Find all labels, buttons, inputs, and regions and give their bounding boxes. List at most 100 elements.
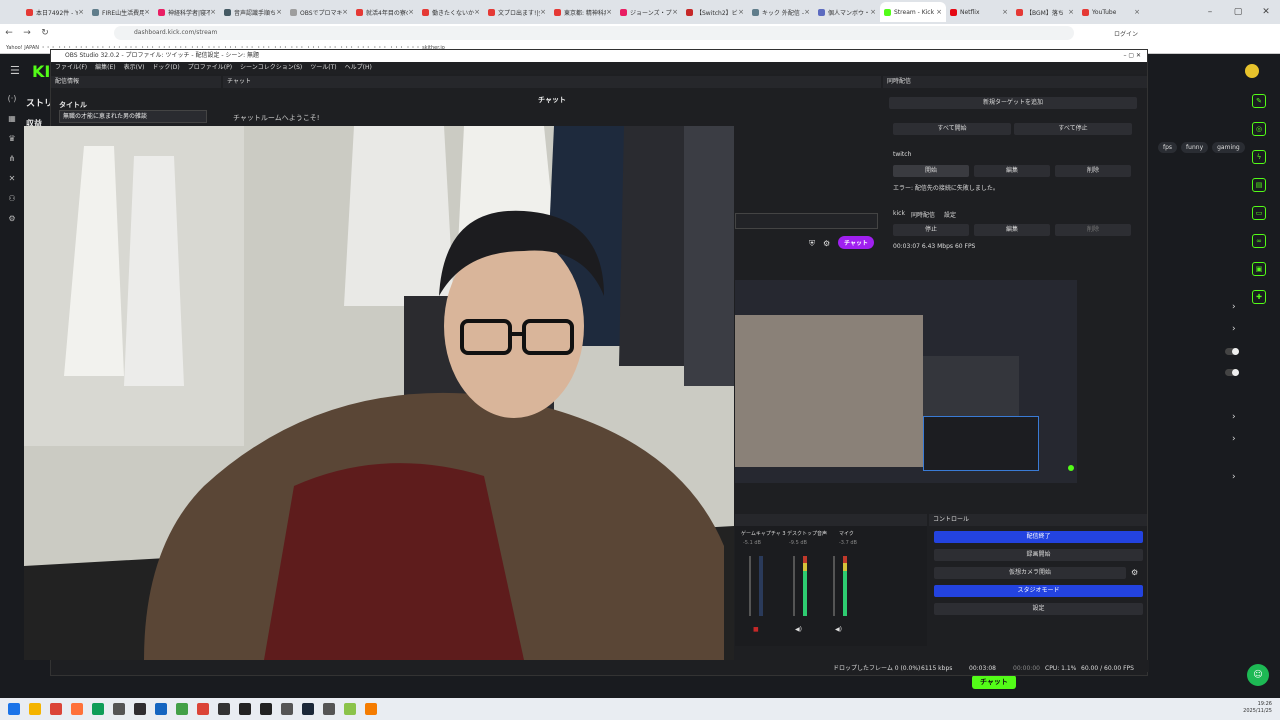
browser-tab[interactable]: OBSでプロマキーボ× — [286, 2, 352, 22]
forward-icon[interactable]: → — [18, 28, 36, 38]
browser-tab[interactable]: 東京都: 精神科病 × — [550, 2, 616, 22]
tab-close-icon[interactable]: × — [78, 8, 84, 16]
twitch-edit-button[interactable]: 編集 — [974, 165, 1050, 177]
calendar-icon[interactable]: ▦ — [0, 114, 24, 134]
layout-icon[interactable]: ▣ — [1252, 262, 1266, 276]
reload-icon[interactable]: ↻ — [36, 28, 54, 38]
scene-preview[interactable] — [735, 280, 1077, 483]
terminal-icon[interactable] — [218, 703, 230, 715]
stream-icon[interactable]: (·) — [0, 94, 24, 114]
tab-close-icon[interactable]: × — [1068, 8, 1074, 16]
start-recording-button[interactable]: 録画開始 — [934, 549, 1143, 561]
obs-menu-item[interactable]: ドック(D) — [152, 62, 179, 74]
speaker-icon[interactable]: ◀) — [835, 626, 842, 633]
tab-close-icon[interactable]: × — [606, 8, 612, 16]
obs-menu-item[interactable]: シーンコレクション(S) — [240, 62, 302, 74]
stop-all-button[interactable]: すべて停止 — [1014, 123, 1132, 135]
mute-icon[interactable]: ■ — [753, 626, 759, 633]
tab-close-icon[interactable]: × — [1134, 8, 1140, 16]
chrome-alt-icon[interactable] — [197, 703, 209, 715]
file-explorer-icon[interactable] — [29, 703, 41, 715]
tab-close-icon[interactable]: × — [144, 8, 150, 16]
browser-tab[interactable]: 就活4年目の寮の × — [352, 2, 418, 22]
target-icon[interactable]: ◎ — [1252, 122, 1266, 136]
app-icon-6[interactable] — [323, 703, 335, 715]
tab-close-icon[interactable]: × — [342, 8, 348, 16]
link-icon[interactable]: ∞ — [1252, 234, 1266, 248]
browser-tab[interactable]: Netflix × — [946, 2, 1012, 22]
app-icon-1[interactable] — [113, 703, 125, 715]
tab-close-icon[interactable]: × — [804, 8, 810, 16]
people-icon[interactable]: ⚇ — [0, 194, 24, 214]
minimize-button[interactable]: – — [1196, 0, 1224, 24]
browser-tab[interactable]: YouTube × — [1078, 2, 1144, 22]
tab-close-icon[interactable]: × — [540, 8, 546, 16]
help-button[interactable]: ☺ — [1247, 664, 1269, 686]
obs-menu-item[interactable]: ツール(T) — [310, 62, 336, 74]
wrench-icon[interactable]: ✚ — [1252, 290, 1266, 304]
trophy-icon[interactable]: ♛ — [0, 134, 24, 154]
chevron-right-icon[interactable]: › — [1232, 472, 1236, 482]
tab-close-icon[interactable]: × — [210, 8, 216, 16]
app-icon-8[interactable] — [365, 703, 377, 715]
toggle-switch[interactable] — [1225, 369, 1239, 376]
chat-send-button[interactable]: チャット — [838, 236, 874, 249]
start-all-button[interactable]: すべて開始 — [893, 123, 1011, 135]
stop-stream-button[interactable]: 配信終了 — [934, 531, 1143, 543]
chat-message-input[interactable] — [735, 213, 878, 229]
firefox-icon[interactable] — [71, 703, 83, 715]
steam-icon[interactable] — [302, 703, 314, 715]
volume-slider[interactable] — [833, 556, 835, 616]
app-icon-2[interactable] — [176, 703, 188, 715]
login-button[interactable]: ログイン — [1114, 29, 1138, 38]
app-icon-5[interactable] — [281, 703, 293, 715]
windows-start-icon[interactable] — [8, 703, 20, 715]
app-icon-3[interactable] — [239, 703, 251, 715]
tab-close-icon[interactable]: × — [1002, 8, 1008, 16]
twitch-start-button[interactable]: 開始 — [893, 165, 969, 177]
chevron-right-icon[interactable]: › — [1232, 324, 1236, 334]
edge-icon[interactable] — [92, 703, 104, 715]
shield-icon[interactable]: ⛨ — [809, 239, 815, 249]
obs-menu-item[interactable]: ファイル(F) — [55, 62, 87, 74]
browser-tab[interactable]: FIRE山生活費用 × — [88, 2, 154, 22]
chevron-right-icon[interactable]: › — [1232, 412, 1236, 422]
gear-icon[interactable]: ⚙ — [1131, 568, 1138, 577]
add-target-button[interactable]: 新規ターゲットを追加 — [889, 97, 1137, 109]
browser-tab[interactable]: 働きたくないから去× — [418, 2, 484, 22]
virtual-camera-button[interactable]: 仮想カメラ開始 — [934, 567, 1126, 579]
volume-slider[interactable] — [793, 556, 795, 616]
browser-tab[interactable]: ジョーンズ・プレンロ× — [616, 2, 682, 22]
browser-tab[interactable]: Stream - Kick × — [880, 2, 946, 22]
twitch-delete-button[interactable]: 削除 — [1055, 165, 1131, 177]
url-input[interactable]: dashboard.kick.com/stream — [114, 26, 1074, 40]
obs-menu-item[interactable]: プロファイル(P) — [188, 62, 232, 74]
studio-mode-button[interactable]: スタジオモード — [934, 585, 1143, 597]
obs-menu-item[interactable]: 編集(E) — [95, 62, 115, 74]
network-icon[interactable]: ⋔ — [0, 154, 24, 174]
stream-nav-label[interactable]: ストリ — [26, 96, 53, 109]
kick-edit-button[interactable]: 編集 — [974, 224, 1050, 236]
browser-tab[interactable]: 神経科学者|寝不 × — [154, 2, 220, 22]
bolt-icon[interactable]: ϟ — [1252, 150, 1266, 164]
obs-menu-item[interactable]: ヘルプ(H) — [345, 62, 372, 74]
crosshair-icon[interactable]: ✕ — [0, 174, 24, 194]
title-input[interactable]: 無職の才能に恵まれた男の雑談 — [59, 110, 207, 123]
browser-tab[interactable]: 本日7492件 - Yo × — [22, 2, 88, 22]
obs-menu-item[interactable]: 表示(V) — [124, 62, 145, 74]
back-icon[interactable]: ← — [0, 28, 18, 38]
browser-tab[interactable]: 個人マンボウ・ - × — [814, 2, 880, 22]
chevron-right-icon[interactable]: › — [1232, 434, 1236, 444]
toggle-switch[interactable] — [1225, 348, 1239, 355]
close-window-button[interactable]: ✕ — [1252, 0, 1280, 24]
settings-icon[interactable]: ⚙ — [0, 214, 24, 234]
tab-close-icon[interactable]: × — [738, 8, 744, 16]
kick-settings-label[interactable]: 設定 — [944, 210, 956, 219]
tag[interactable]: fps — [1158, 142, 1178, 153]
chrome-icon[interactable] — [50, 703, 62, 715]
browser-tab[interactable]: 音声認識手順ち × — [220, 2, 286, 22]
chat-button[interactable]: チャット — [972, 675, 1016, 689]
tag[interactable]: gaming — [1212, 142, 1245, 153]
tab-close-icon[interactable]: × — [936, 8, 942, 16]
browser-tab[interactable]: キック 外配信 - × — [748, 2, 814, 22]
